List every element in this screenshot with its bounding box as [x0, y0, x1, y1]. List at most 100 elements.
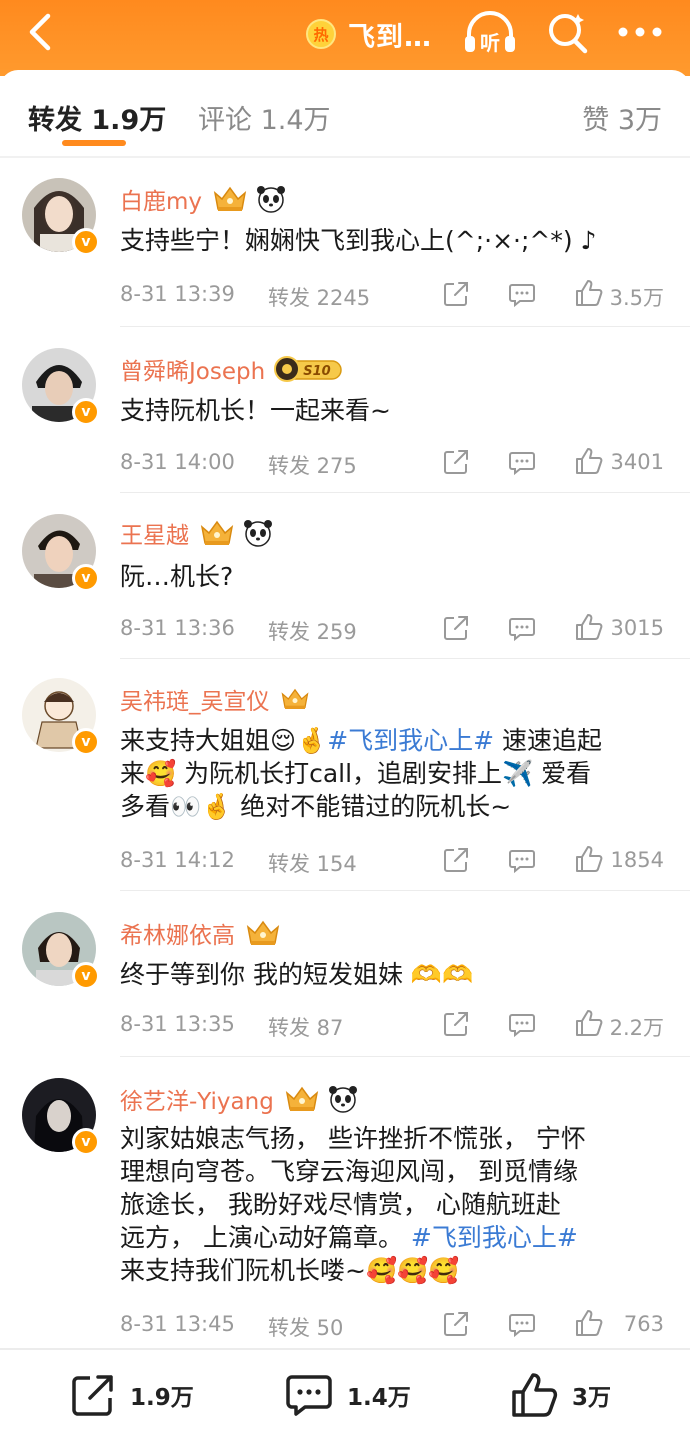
post-line: 来支持大姐姐😌🤞#飞到我心上# 速速追起: [120, 724, 660, 757]
like-total: 3万: [572, 1385, 612, 1411]
user-name-text: 曾舜晞Joseph: [120, 359, 266, 385]
repost-item: v 曾舜晞Joseph S10 支持阮机长！一起来看~ 8-31 14:00 转…: [0, 326, 690, 494]
user-name[interactable]: 王星越: [120, 516, 273, 550]
verified-v-icon: v: [72, 962, 100, 990]
post-date: 8-31 13:45: [120, 1312, 235, 1336]
like-thumb-icon: [512, 1373, 558, 1417]
user-name-text: 白鹿my: [120, 189, 203, 215]
verified-v-icon: v: [72, 1128, 100, 1156]
like-thumb-icon[interactable]: [574, 1308, 604, 1338]
share-icon[interactable]: [442, 1310, 470, 1338]
panda-icon: [244, 520, 272, 547]
like-thumb-icon[interactable]: [574, 844, 604, 874]
repost-item: v 白鹿my 支持些宁！娴娴快飞到我心上(^;·×·;^*) ♪ 8-31 13…: [0, 160, 690, 328]
user-name[interactable]: 徐艺洋-Yiyang: [120, 1082, 358, 1116]
tab-like[interactable]: 赞 3万: [582, 98, 662, 137]
share-icon[interactable]: [442, 846, 470, 874]
topic-link[interactable]: #飞到我心上#: [327, 726, 494, 755]
verified-v-icon: v: [72, 398, 100, 426]
user-name[interactable]: 白鹿my: [120, 182, 286, 216]
repost-count: 转发 154: [268, 852, 357, 876]
avatar[interactable]: v: [22, 348, 100, 426]
crown-icon: [281, 688, 308, 709]
post-text: 支持些宁！娴娴快飞到我心上(^;·×·;^*) ♪: [120, 226, 597, 255]
post-line: 远方， 上演心动好篇章。 #飞到我心上#: [120, 1221, 660, 1254]
post-text-segment: 速速追起: [494, 726, 603, 755]
like-count: 1854: [610, 848, 664, 872]
comment-button[interactable]: 1.4万: [285, 1372, 411, 1418]
post-text: 来支持大姐姐😌🤞#飞到我心上# 速速追起 来🥰 为阮机长打call，追剧安排上✈…: [120, 724, 660, 823]
post-line: 理想向穹苍。飞穿云海迎风闯， 到觅情缘: [120, 1157, 578, 1186]
like-thumb-icon[interactable]: [574, 446, 604, 476]
comment-icon[interactable]: [508, 280, 536, 308]
post-line: 来🥰 为阮机长打call，追剧安排上✈️ 爱看: [120, 759, 592, 788]
like-count: 3401: [610, 450, 664, 474]
comment-icon[interactable]: [508, 448, 536, 476]
post-line: 旅途长， 我盼好戏尽情赏， 心随航班赴: [120, 1190, 561, 1219]
comment-icon[interactable]: [508, 1310, 536, 1338]
like-thumb-icon[interactable]: [574, 612, 604, 642]
like-count: 3.5万: [609, 286, 664, 310]
tab-bar: 转发 1.9万 评论 1.4万 赞 3万: [0, 70, 690, 152]
user-name-text: 希林娜依高: [120, 923, 235, 949]
post-line: 刘家姑娘志气扬， 些许挫折不慌张， 宁怀: [120, 1124, 586, 1153]
comment-total: 1.4万: [347, 1385, 411, 1411]
verified-v-icon: v: [72, 728, 100, 756]
repost-icon: [72, 1375, 113, 1416]
post-text-segment: 远方， 上演心动好篇章。: [120, 1223, 411, 1252]
like-thumb-icon[interactable]: [574, 1008, 604, 1038]
share-icon[interactable]: [442, 280, 470, 308]
like-count: 3015: [610, 616, 664, 640]
avatar[interactable]: v: [22, 514, 100, 592]
hot-badge-icon: 热: [306, 19, 336, 49]
post-date: 8-31 13:39: [120, 282, 235, 306]
repost-count: 转发 2245: [268, 286, 371, 310]
repost-button[interactable]: 1.9万: [70, 1372, 194, 1418]
post-text: 支持阮机长！一起来看~: [120, 396, 391, 425]
share-icon[interactable]: [442, 1010, 470, 1038]
share-icon[interactable]: [442, 448, 470, 476]
active-tab-indicator: [62, 140, 126, 146]
user-name-text: 徐艺洋-Yiyang: [120, 1089, 274, 1115]
tab-repost[interactable]: 转发 1.9万: [28, 98, 166, 137]
repost-count: 转发 50: [268, 1316, 344, 1340]
post-meta: 8-31 14:12 转发 154 1854: [120, 846, 668, 876]
tab-comment[interactable]: 评论 1.4万: [198, 98, 331, 137]
avatar[interactable]: v: [22, 912, 100, 990]
share-icon[interactable]: [442, 614, 470, 642]
back-arrow-icon[interactable]: [22, 12, 62, 52]
post-text: 终于等到你 我的短发姐妹 🫶🫶: [120, 960, 474, 989]
avatar[interactable]: v: [22, 1078, 100, 1156]
topic-link[interactable]: #飞到我心上#: [411, 1223, 578, 1252]
comment-icon[interactable]: [508, 846, 536, 874]
repost-item: v 吴祎琏_吴宣仪 来支持大姐姐😌🤞#飞到我心上# 速速追起 来🥰 为阮机长打c…: [0, 658, 690, 892]
avatar[interactable]: v: [22, 678, 100, 756]
listen-headphones-icon[interactable]: 听: [463, 10, 517, 56]
like-count: 763: [623, 1312, 664, 1336]
user-name[interactable]: 希林娜依高: [120, 916, 281, 950]
repost-count: 转发 275: [268, 454, 357, 478]
crown-icon: [246, 920, 280, 945]
more-options-icon[interactable]: [616, 18, 664, 46]
post-date: 8-31 13:36: [120, 616, 235, 640]
repost-item: v 希林娜依高 终于等到你 我的短发姐妹 🫶🫶 8-31 13:35 转发 87…: [0, 890, 690, 1058]
post-text: 刘家姑娘志气扬， 些许挫折不慌张， 宁怀 理想向穹苍。飞穿云海迎风闯， 到觅情缘…: [120, 1122, 660, 1287]
header-title-group[interactable]: 热 飞到…: [306, 16, 432, 53]
user-name[interactable]: 吴祎琏_吴宣仪: [120, 682, 310, 716]
comment-icon[interactable]: [508, 1010, 536, 1038]
user-name-text: 王星越: [120, 523, 189, 549]
like-thumb-icon[interactable]: [574, 278, 604, 308]
user-name[interactable]: 曾舜晞Joseph S10: [120, 352, 343, 386]
search-icon[interactable]: [546, 10, 590, 54]
comment-icon[interactable]: [508, 614, 536, 642]
like-button[interactable]: 3万: [510, 1372, 611, 1418]
post-line: 多看👀🤞 绝对不能错过的阮机长~: [120, 792, 512, 821]
repost-count: 转发 259: [268, 620, 357, 644]
crown-icon: [213, 186, 247, 211]
avatar[interactable]: v: [22, 178, 100, 256]
post-meta: 8-31 13:39 转发 2245 3.5万: [120, 280, 668, 310]
repost-total: 1.9万: [130, 1385, 194, 1411]
user-name-text: 吴祎琏_吴宣仪: [120, 689, 270, 715]
comment-icon: [286, 1375, 332, 1416]
post-text-segment: 来支持大姐姐😌🤞: [120, 726, 328, 755]
